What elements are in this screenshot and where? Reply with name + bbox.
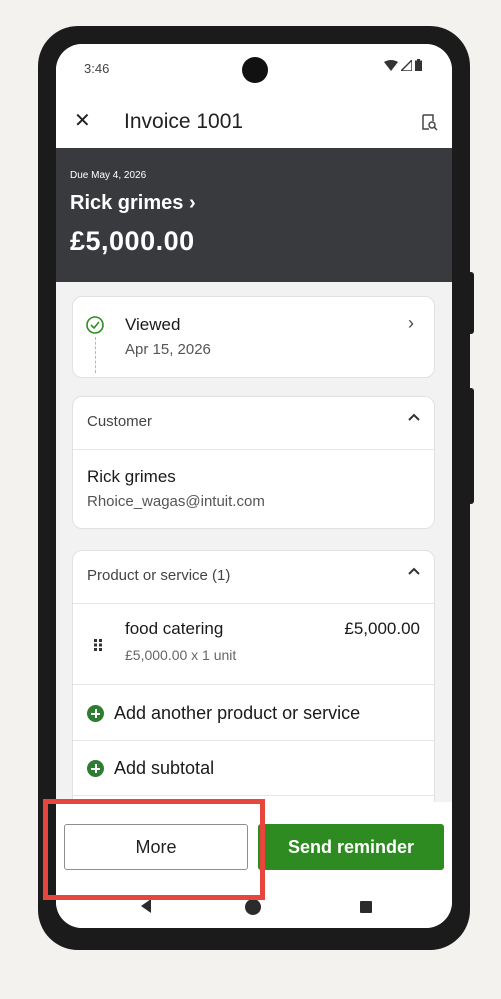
line-item-price: £5,000.00 (344, 619, 420, 638)
customer-card: Customer Rick grimes Rhoice_wagas@intuit… (72, 396, 435, 529)
add-subtotal-label: Add subtotal (114, 758, 215, 778)
send-reminder-button[interactable]: Send reminder (258, 824, 444, 870)
chevron-right-icon: › (408, 313, 414, 333)
wifi-icon (384, 59, 398, 71)
home-icon[interactable] (245, 899, 261, 915)
chevron-up-icon[interactable] (406, 563, 422, 579)
status-date: Apr 15, 2026 (125, 341, 211, 358)
plus-circle-icon (87, 705, 104, 722)
status-icons (384, 59, 422, 71)
divider (73, 684, 434, 685)
timeline-line (95, 337, 96, 373)
divider (73, 740, 434, 741)
status-time: 3:46 (84, 61, 110, 76)
line-item-detail: £5,000.00 x 1 unit (125, 647, 237, 663)
battery-icon (415, 59, 422, 71)
preview-icon[interactable] (420, 113, 438, 131)
add-subtotal-button[interactable]: Add subtotal (87, 758, 214, 779)
chevron-right-icon: › (188, 192, 196, 214)
plus-circle-icon (87, 760, 104, 777)
page-title: Invoice 1001 (124, 110, 244, 133)
customer-name: Rick grimes (87, 467, 176, 486)
camera-cutout (242, 57, 268, 83)
invoice-amount: £5,000.00 (70, 226, 195, 256)
invoice-header: Due May 4, 2026 Rick grimes › £5,000.00 (56, 148, 452, 282)
status-title: Viewed (125, 315, 181, 334)
divider (73, 795, 434, 796)
title-bar: ✕ Invoice 1001 (56, 98, 452, 148)
status-card[interactable]: Viewed Apr 15, 2026 › (72, 296, 435, 378)
system-nav-bar (56, 890, 452, 928)
due-date: Due May 4, 2026 (70, 170, 147, 181)
section-heading: Customer (87, 413, 153, 430)
line-item-name[interactable]: food catering (125, 619, 223, 639)
signal-icon (401, 59, 412, 71)
section-heading: Product or service (1) (87, 567, 231, 584)
divider (73, 449, 434, 450)
divider (73, 603, 434, 604)
more-button[interactable]: More (64, 824, 248, 870)
add-product-button[interactable]: Add another product or service (87, 703, 360, 724)
recents-icon[interactable] (360, 901, 372, 913)
back-icon[interactable] (140, 898, 152, 914)
header-customer-link[interactable]: Rick grimes › (70, 192, 196, 215)
drag-handle-icon[interactable] (93, 638, 103, 652)
close-icon[interactable]: ✕ (74, 108, 91, 133)
check-circle-icon (86, 316, 104, 334)
power-button (468, 272, 474, 334)
app-screen: 3:46 ✕ Invoice 1001 Due May 4, 2026 Rick… (56, 44, 452, 928)
header-customer-name: Rick grimes (70, 192, 184, 214)
chevron-up-icon[interactable] (406, 409, 422, 425)
customer-email: Rhoice_wagas@intuit.com (87, 493, 265, 510)
add-product-label: Add another product or service (114, 703, 361, 723)
status-bar: 3:46 (56, 44, 452, 98)
volume-button (468, 388, 474, 504)
